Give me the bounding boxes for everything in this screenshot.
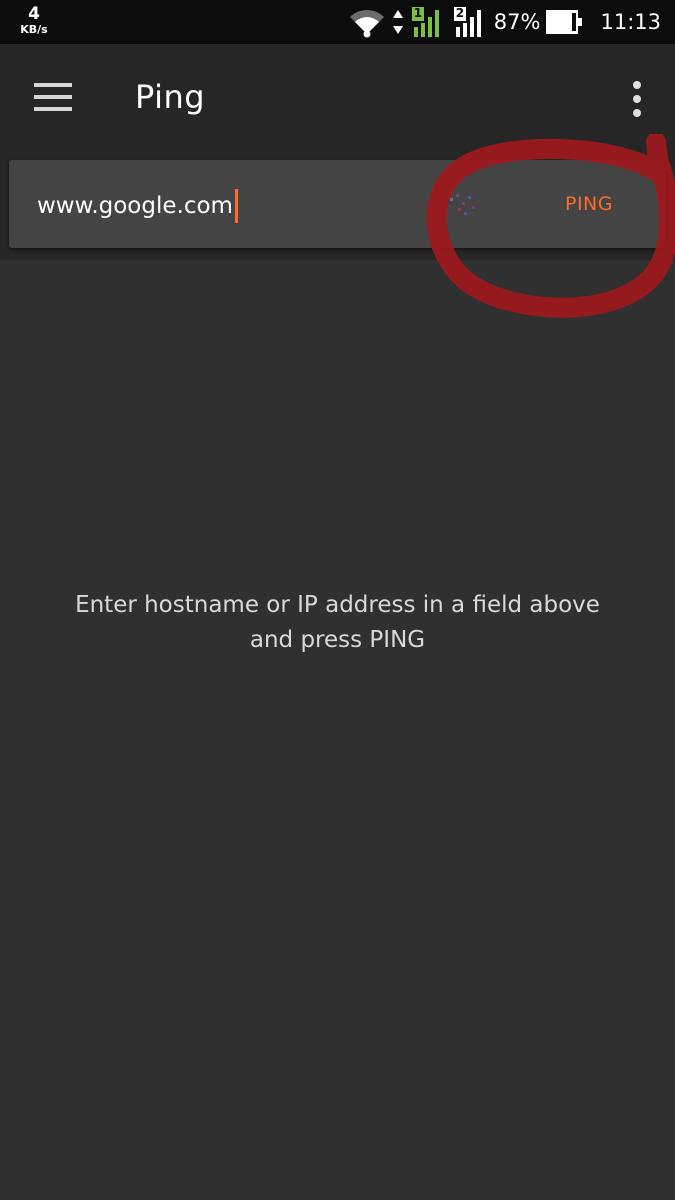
page-title: Ping <box>135 78 206 116</box>
host-input[interactable]: www.google.com <box>37 184 417 228</box>
net-speed: 4 KB/s <box>16 4 52 36</box>
text-caret <box>234 189 238 223</box>
overflow-menu-icon[interactable] <box>629 80 645 120</box>
ping-form: www.google.com PING <box>0 156 675 260</box>
signal-sim2-icon: 2 <box>452 5 488 39</box>
net-speed-value: 4 <box>28 4 40 24</box>
sparkle-artifact-icon <box>450 194 475 215</box>
sim2-label: 2 <box>455 6 465 20</box>
host-input-value: www.google.com <box>37 193 233 219</box>
clock: 11:13 <box>600 10 661 34</box>
host-input-card: www.google.com PING <box>9 160 665 248</box>
ping-button[interactable]: PING <box>529 182 649 226</box>
app-bar: Ping <box>0 44 675 156</box>
battery-percent: 87% <box>493 10 541 34</box>
wifi-icon <box>349 9 384 38</box>
battery-icon <box>546 10 583 34</box>
data-arrows-icon <box>392 10 403 34</box>
empty-state-hint: Enter hostname or IP address in a field … <box>40 588 635 658</box>
hint-line-2: and press PING <box>249 627 426 653</box>
sim1-label: 1 <box>413 6 423 20</box>
status-bar: 4 KB/s 1 2 87% 11:13 <box>0 0 675 44</box>
ping-screen: 4 KB/s 1 2 87% 11:13 Ping www.google.com… <box>0 0 675 1200</box>
signal-sim1-icon: 1 <box>410 5 446 39</box>
hint-line-1: Enter hostname or IP address in a field … <box>75 592 600 618</box>
status-icons: 1 2 87% 11:13 <box>348 0 661 44</box>
net-speed-unit: KB/s <box>20 23 48 36</box>
menu-icon[interactable] <box>34 82 72 112</box>
